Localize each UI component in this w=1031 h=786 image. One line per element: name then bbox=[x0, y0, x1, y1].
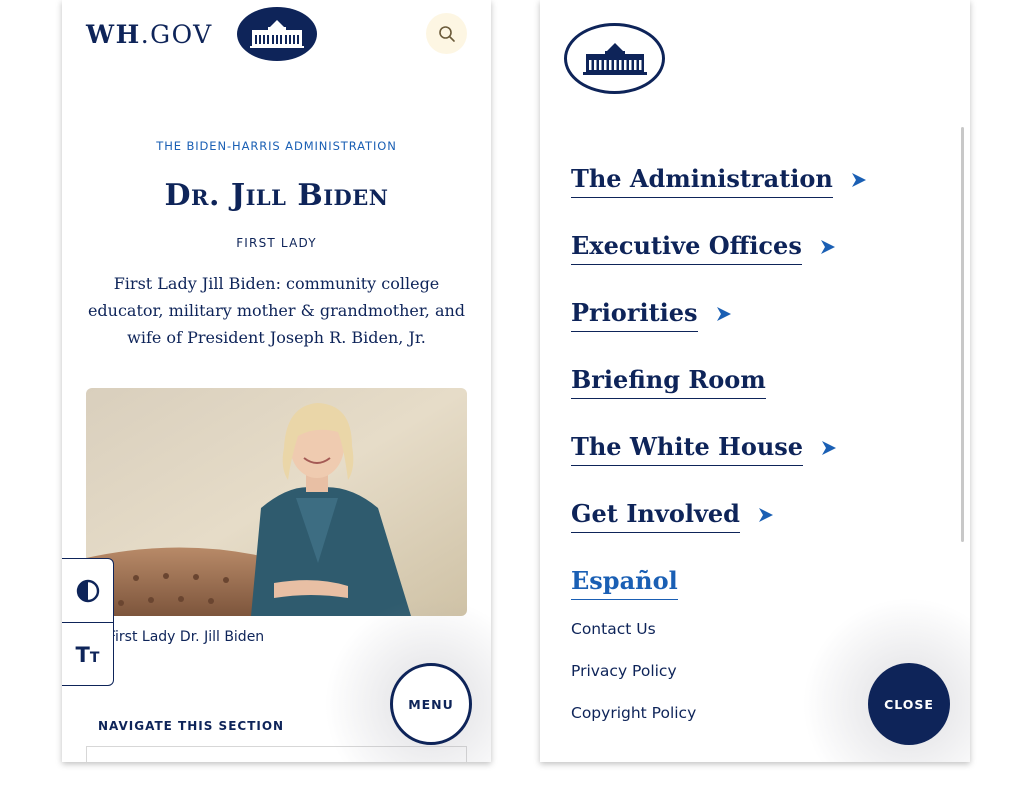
menu-item-espanol[interactable]: Español bbox=[571, 566, 678, 600]
menu-item-label: Get Involved bbox=[571, 499, 740, 533]
arrow-right-icon bbox=[822, 441, 837, 455]
footer-link-privacy-policy[interactable]: Privacy Policy bbox=[571, 662, 677, 680]
search-button[interactable] bbox=[426, 13, 467, 54]
menu-button[interactable]: MENU bbox=[390, 663, 472, 745]
menu-overlay-panel: The Administration Executive Offices Pri… bbox=[540, 0, 970, 762]
menu-item-label: The White House bbox=[571, 432, 804, 466]
arrow-right-icon bbox=[758, 508, 773, 522]
search-icon bbox=[438, 25, 455, 42]
menu-item-the-white-house[interactable]: The White House bbox=[571, 432, 837, 466]
language-link-label: Español bbox=[571, 566, 678, 600]
navigate-section-label: NAVIGATE THIS SECTION bbox=[98, 719, 285, 733]
close-button[interactable]: CLOSE bbox=[868, 663, 950, 745]
wordmark-suffix: .GOV bbox=[140, 20, 213, 49]
menu-item-label: Briefing Room bbox=[571, 365, 766, 399]
hero-intro: First Lady Jill Biden: community college… bbox=[87, 274, 466, 347]
menu-item-briefing-room[interactable]: Briefing Room bbox=[571, 365, 766, 399]
arrow-right-icon bbox=[820, 240, 835, 254]
page-title: Dr. Jill Biden bbox=[164, 178, 389, 213]
footer-link-copyright-policy[interactable]: Copyright Policy bbox=[571, 704, 696, 722]
arrow-right-icon bbox=[851, 173, 866, 187]
menu-item-priorities[interactable]: Priorities bbox=[571, 298, 732, 332]
site-wordmark[interactable]: WH.GOV bbox=[86, 20, 213, 49]
portrait-illustration bbox=[86, 388, 467, 616]
white-house-building-icon bbox=[582, 42, 647, 75]
contrast-toggle-button[interactable] bbox=[62, 559, 113, 622]
footer-link-contact-us[interactable]: Contact Us bbox=[571, 620, 656, 638]
accessibility-toolbar: TT bbox=[62, 558, 114, 686]
menu-item-label: Executive Offices bbox=[571, 231, 802, 265]
menu-item-get-involved[interactable]: Get Involved bbox=[571, 499, 774, 533]
page-view-panel: WH.GOV THE BIDEN-HARRIS ADMINISTRATION D… bbox=[62, 0, 491, 762]
menu-item-executive-offices[interactable]: Executive Offices bbox=[571, 231, 836, 265]
menu-scrollbar[interactable] bbox=[961, 127, 964, 542]
section-nav-dropdown[interactable] bbox=[86, 746, 467, 762]
white-house-building-icon bbox=[250, 20, 304, 48]
hero-kicker: THE BIDEN-HARRIS ADMINISTRATION bbox=[156, 139, 397, 153]
text-size-button[interactable]: TT bbox=[62, 622, 113, 686]
page-subtitle: FIRST LADY bbox=[236, 236, 317, 250]
text-size-icon: TT bbox=[75, 642, 100, 667]
contrast-icon bbox=[76, 579, 99, 602]
menu-item-label: The Administration bbox=[571, 164, 833, 198]
white-house-seal-logo[interactable] bbox=[237, 7, 317, 61]
menu-item-the-administration[interactable]: The Administration bbox=[571, 164, 867, 198]
menu-item-label: Priorities bbox=[571, 298, 698, 332]
arrow-right-icon bbox=[716, 307, 731, 321]
first-lady-portrait bbox=[86, 388, 467, 616]
photo-caption: First Lady Dr. Jill Biden bbox=[108, 629, 265, 645]
white-house-seal-logo[interactable] bbox=[564, 23, 665, 94]
wordmark-main: WH bbox=[86, 20, 141, 49]
